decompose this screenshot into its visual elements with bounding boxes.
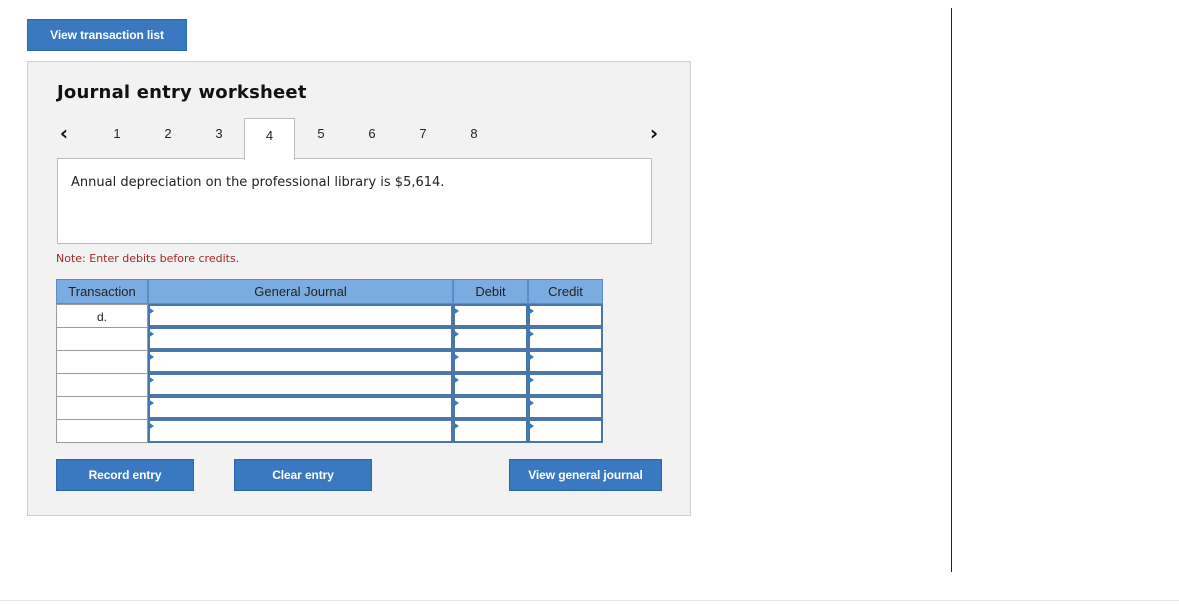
transaction-description: Annual depreciation on the professional … [71, 175, 445, 190]
entry-note: Note: Enter debits before credits. [56, 252, 240, 265]
vertical-divider [951, 8, 952, 572]
transaction-cell [56, 373, 148, 397]
chevron-right-icon[interactable]: › [644, 121, 664, 145]
debit-input[interactable] [453, 304, 528, 327]
debit-input[interactable] [453, 373, 528, 396]
view-transaction-list-button[interactable]: View transaction list [27, 19, 187, 51]
transaction-cell [56, 396, 148, 420]
transaction-cell [56, 327, 148, 351]
account-input[interactable] [148, 419, 453, 443]
tab-8[interactable]: 8 [451, 120, 497, 146]
debit-input[interactable] [453, 350, 528, 373]
account-input[interactable] [148, 373, 453, 396]
transaction-cell [56, 419, 148, 443]
record-entry-button[interactable]: Record entry [56, 459, 194, 491]
account-input[interactable] [148, 350, 453, 373]
header-transaction: Transaction [56, 279, 148, 304]
credit-input[interactable] [528, 350, 603, 373]
credit-input[interactable] [528, 327, 603, 350]
header-general-journal: General Journal [148, 279, 453, 304]
tab-3[interactable]: 3 [196, 120, 242, 146]
tab-1[interactable]: 1 [94, 120, 140, 146]
debit-input[interactable] [453, 327, 528, 350]
account-input[interactable] [148, 327, 453, 350]
tab-2[interactable]: 2 [145, 120, 191, 146]
bottom-divider [0, 600, 1179, 601]
credit-input[interactable] [528, 419, 603, 443]
journal-entry-worksheet-panel: Journal entry worksheet ‹ › 1 2 3 4 5 6 … [27, 61, 691, 516]
credit-input[interactable] [528, 304, 603, 327]
chevron-left-icon[interactable]: ‹ [54, 121, 74, 145]
debit-input[interactable] [453, 419, 528, 443]
debit-input[interactable] [453, 396, 528, 419]
account-input[interactable] [148, 304, 453, 327]
credit-input[interactable] [528, 373, 603, 396]
view-general-journal-button[interactable]: View general journal [509, 459, 662, 491]
tab-6[interactable]: 6 [349, 120, 395, 146]
account-input[interactable] [148, 396, 453, 419]
tab-7[interactable]: 7 [400, 120, 446, 146]
transaction-cell [56, 350, 148, 374]
transaction-description-box: Annual depreciation on the professional … [57, 158, 652, 244]
tab-5[interactable]: 5 [298, 120, 344, 146]
tab-4[interactable]: 4 [244, 118, 295, 160]
worksheet-title: Journal entry worksheet [57, 82, 307, 103]
transaction-cell: d. [56, 304, 148, 328]
header-debit: Debit [453, 279, 528, 304]
header-credit: Credit [528, 279, 603, 304]
clear-entry-button[interactable]: Clear entry [234, 459, 372, 491]
credit-input[interactable] [528, 396, 603, 419]
